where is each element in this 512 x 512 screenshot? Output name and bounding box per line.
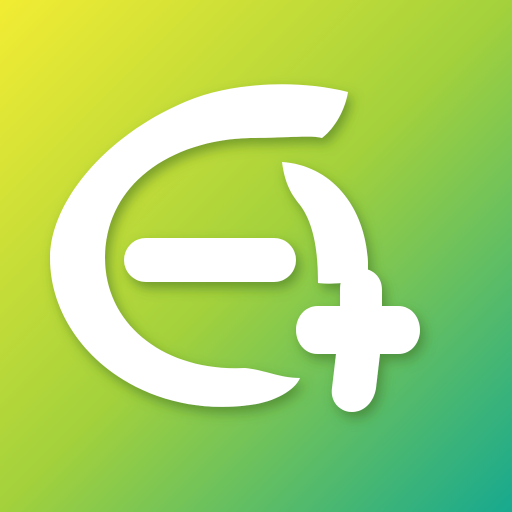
app-icon — [0, 0, 512, 512]
minus-bar-shape — [124, 238, 296, 282]
app-logo-icon — [0, 0, 512, 512]
